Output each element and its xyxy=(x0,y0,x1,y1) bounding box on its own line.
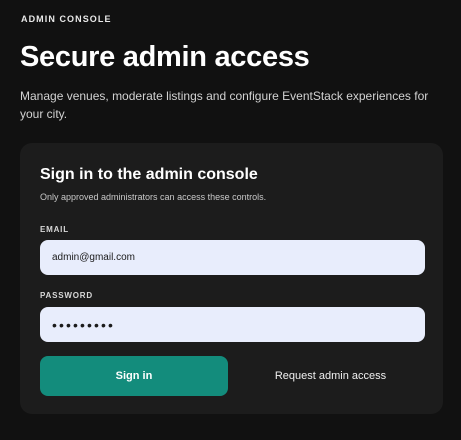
password-field[interactable] xyxy=(40,307,425,342)
sign-in-button[interactable]: Sign in xyxy=(40,356,228,396)
admin-login-page: ADMIN CONSOLE Secure admin access Manage… xyxy=(0,0,461,440)
card-title: Sign in to the admin console xyxy=(40,166,258,183)
request-admin-access-link[interactable]: Request admin access xyxy=(248,356,413,396)
card-subtitle: Only approved administrators can access … xyxy=(40,192,267,202)
email-label: EMAIL xyxy=(40,225,69,234)
password-label: PASSWORD xyxy=(40,291,93,300)
email-field[interactable] xyxy=(40,240,425,275)
eyebrow-label: ADMIN CONSOLE xyxy=(21,14,112,24)
page-title: Secure admin access xyxy=(20,41,310,73)
page-subtitle: Manage venues, moderate listings and con… xyxy=(20,89,429,121)
login-card: Sign in to the admin console Only approv… xyxy=(20,143,443,414)
